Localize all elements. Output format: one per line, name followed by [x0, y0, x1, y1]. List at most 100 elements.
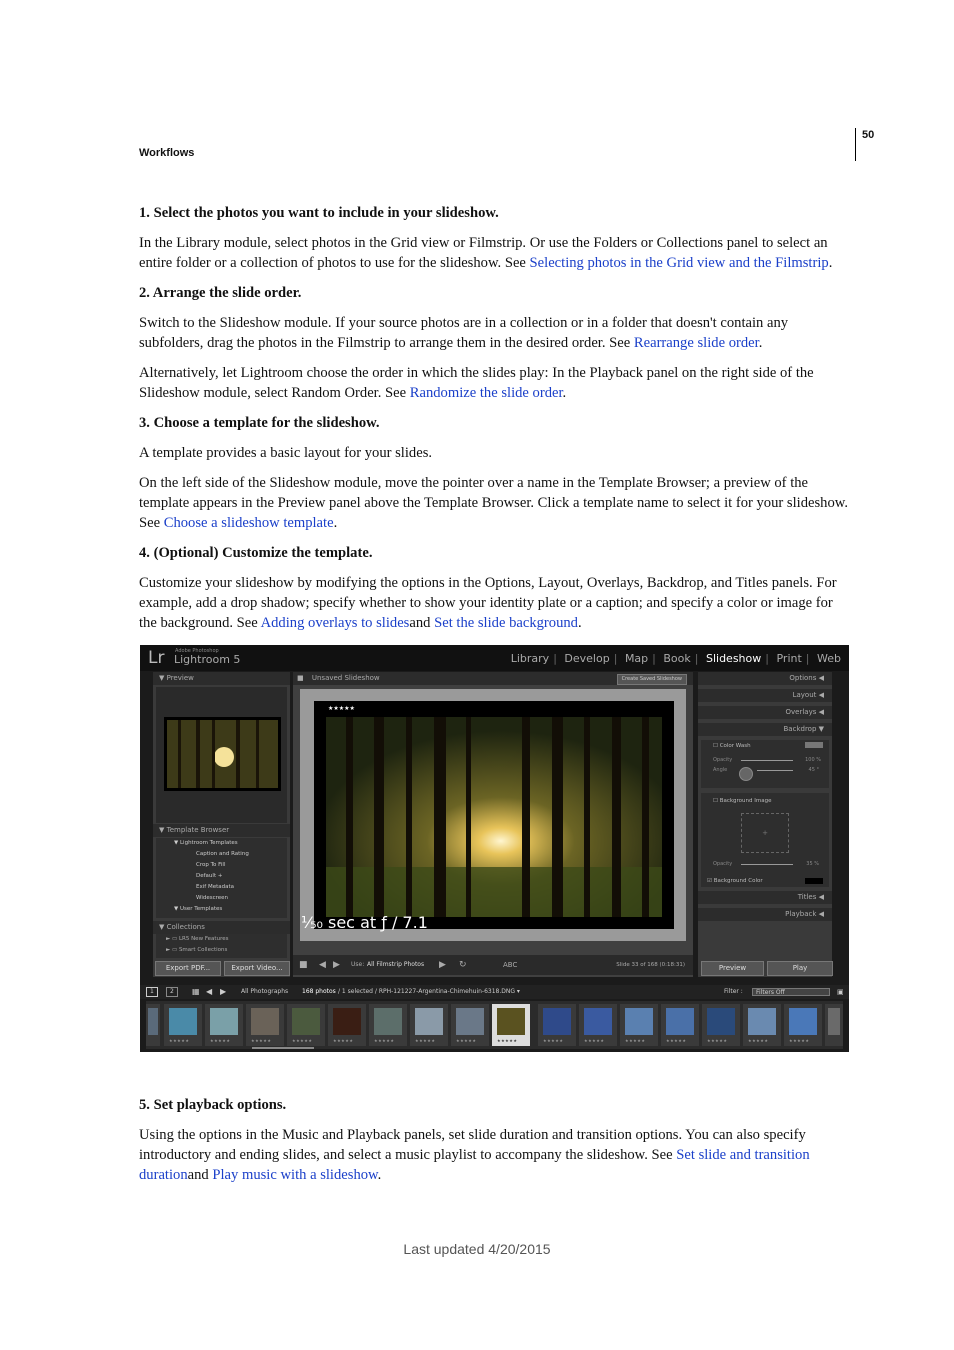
steps-part-1: 1. Select the photos you want to include… [139, 203, 851, 643]
module-web[interactable]: Web [813, 652, 845, 665]
collections-header[interactable]: ▼ Collections [153, 921, 290, 934]
template-default[interactable]: Default + [156, 871, 287, 882]
slide-stage: ★★★★★ ¹⁄₅₀ sec at ƒ / 7.1 [300, 689, 686, 941]
link-slide-background[interactable]: Set the slide background [434, 615, 578, 631]
play-preview-icon[interactable]: ▶ [439, 955, 446, 975]
collection-smart-collections[interactable]: ► ▭ Smart Collections [156, 945, 287, 956]
filmstrip-thumb[interactable]: ★★★★★ [702, 1004, 740, 1046]
back-arrow-icon[interactable]: ◀ [206, 985, 212, 999]
link-rearrange-slide-order[interactable]: Rearrange slide order [634, 335, 759, 351]
module-slideshow[interactable]: Slideshow [702, 652, 765, 665]
preview-panel-header[interactable]: ▼ Preview [153, 672, 290, 685]
filmstrip-thumb[interactable]: ★★★★★ [369, 1004, 407, 1046]
link-adding-overlays[interactable]: Adding overlays to slides [261, 615, 410, 631]
folder-lightroom-templates[interactable]: ▼ Lightroom Templates [156, 838, 287, 849]
play-button[interactable]: Play [767, 961, 833, 976]
preview-button[interactable]: Preview [701, 961, 764, 976]
filmstrip-thumb[interactable]: ★★★★★ [451, 1004, 489, 1046]
folder-user-templates[interactable]: ▼ User Templates [156, 904, 287, 915]
step-3-paragraph-2: On the left side of the Slideshow module… [139, 475, 848, 531]
selection-info: / 1 selected / RPH-121227-Argentina-Chim… [338, 988, 520, 995]
filmstrip-thumb[interactable]: ★★★★★ [661, 1004, 699, 1046]
grid-icon[interactable]: ▦ [192, 985, 200, 999]
filmstrip-thumb[interactable]: ★★★★★ [410, 1004, 448, 1046]
forward-arrow-icon[interactable]: ▶ [220, 985, 226, 999]
slide: ★★★★★ ¹⁄₅₀ sec at ƒ / 7.1 [301, 701, 674, 932]
color-wash-swatch[interactable] [805, 742, 823, 748]
template-exif-metadata[interactable]: Exif Metadata [156, 882, 287, 893]
filmstrip-source[interactable]: All Photographs [241, 985, 288, 999]
filmstrip-thumb[interactable]: ★★★★★ [784, 1004, 822, 1046]
link-play-music[interactable]: Play music with a slideshow [212, 1167, 377, 1183]
background-image-well[interactable]: + [741, 813, 789, 853]
stop-icon[interactable]: ■ [299, 955, 308, 975]
step-2-paragraph-1: Switch to the Slideshow module. If your … [139, 315, 789, 351]
rating-overlay[interactable]: ★★★★★ [328, 705, 355, 712]
use-select[interactable]: All Filmstrip Photos [367, 955, 424, 975]
filmstrip-thumb[interactable]: ★★★★★ [246, 1004, 284, 1046]
view-1-button[interactable]: 1 [146, 987, 158, 997]
angle-dial[interactable] [739, 767, 753, 781]
filmstrip-thumb[interactable]: ★★★★★ [743, 1004, 781, 1046]
template-widescreen[interactable]: Widescreen [156, 893, 287, 904]
background-image-section: ☐ Background Image + Opacity 35 % ☑ Back… [701, 793, 829, 887]
background-color-swatch[interactable] [805, 878, 823, 884]
filmstrip-thumb[interactable]: ★★★★★ [164, 1004, 202, 1046]
template-crop-to-fill[interactable]: Crop To Fill [156, 860, 287, 871]
filmstrip-thumb[interactable] [825, 1004, 843, 1046]
next-slide-icon[interactable]: ▶ [333, 955, 340, 975]
export-pdf-button[interactable]: Export PDF... [155, 961, 221, 976]
filmstrip-thumb[interactable]: ★★★★★ [287, 1004, 325, 1046]
module-print[interactable]: Print [772, 652, 805, 665]
filmstrip-thumb[interactable]: ★★★★★ [205, 1004, 243, 1046]
background-image-checkbox[interactable]: ☐ Background Image [701, 796, 829, 806]
panel-layout[interactable]: Layout ◀ [698, 689, 832, 702]
bg-opacity-slider[interactable] [741, 864, 793, 865]
collections-list: ► ▭ LR5 New Features ► ▭ Smart Collectio… [156, 934, 287, 958]
logo-name: Lightroom 5 [174, 653, 241, 666]
rotate-icon[interactable]: ↻ [459, 955, 467, 975]
export-video-button[interactable]: Export Video... [224, 961, 290, 976]
filmstrip-thumb[interactable] [146, 1004, 160, 1046]
filmstrip-thumb[interactable]: ★★★★★ [328, 1004, 366, 1046]
panel-options[interactable]: Options ◀ [698, 672, 832, 685]
panel-overlays[interactable]: Overlays ◀ [698, 706, 832, 719]
add-text-button[interactable]: ABC [503, 955, 517, 975]
filter-select[interactable]: Filters Off [752, 988, 830, 996]
exposure-caption[interactable]: ¹⁄₅₀ sec at ƒ / 7.1 [301, 913, 428, 932]
create-saved-slideshow-button[interactable]: Create Saved Slideshow [616, 674, 687, 685]
template-caption-rating[interactable]: Caption and Rating [156, 849, 287, 860]
filmstrip-thumb[interactable]: ★★★★★ [579, 1004, 617, 1046]
filmstrip-thumb[interactable]: ★★★★★ [620, 1004, 658, 1046]
lightroom-slideshow-screenshot: Lr Adobe Photoshop Lightroom 5 Library | … [140, 645, 849, 1052]
slide-photo [326, 717, 662, 917]
opacity-slider[interactable] [741, 760, 793, 761]
prev-slide-icon[interactable]: ◀ [319, 955, 326, 975]
filmstrip-scrollbar[interactable] [252, 1047, 314, 1049]
collection-lr5-new-features[interactable]: ► ▭ LR5 New Features [156, 934, 287, 945]
view-2-button[interactable]: 2 [166, 987, 178, 997]
link-choose-template[interactable]: Choose a slideshow template [164, 515, 334, 531]
filmstrip: ★★★★★ ★★★★★ ★★★★★ ★★★★★ ★★★★★ ★★★★★ ★★★★… [146, 1001, 843, 1049]
module-map[interactable]: Map [621, 652, 652, 665]
opacity-label: Opacity [713, 757, 733, 763]
module-book[interactable]: Book [659, 652, 694, 665]
module-picker: Library | Develop | Map | Book | Slideshow | … [507, 652, 845, 665]
color-wash-section: ☐ Color Wash Opacity 100 % Angle 45 ° [701, 740, 829, 788]
background-color-checkbox[interactable]: ☑ Background Color [701, 876, 763, 886]
step-1-heading: 1. Select the photos you want to include… [139, 205, 499, 221]
panel-titles[interactable]: Titles ◀ [698, 891, 832, 904]
filmstrip-thumb-selected[interactable]: ★★★★★ [492, 1004, 530, 1046]
panel-playback[interactable]: Playback ◀ [698, 908, 832, 921]
link-selecting-photos[interactable]: Selecting photos in the Grid view and th… [530, 255, 829, 271]
template-browser-header[interactable]: ▼ Template Browser [153, 824, 290, 837]
filter-label: Filter : [724, 988, 743, 995]
bg-opacity-label: Opacity [713, 861, 733, 867]
panel-backdrop[interactable]: Backdrop ▼ [698, 723, 832, 736]
angle-slider[interactable] [757, 770, 793, 771]
lock-icon[interactable]: ▣ [837, 985, 844, 999]
module-develop[interactable]: Develop [560, 652, 613, 665]
module-library[interactable]: Library [507, 652, 553, 665]
link-randomize-slide-order[interactable]: Randomize the slide order [410, 385, 563, 401]
filmstrip-thumb[interactable]: ★★★★★ [538, 1004, 576, 1046]
